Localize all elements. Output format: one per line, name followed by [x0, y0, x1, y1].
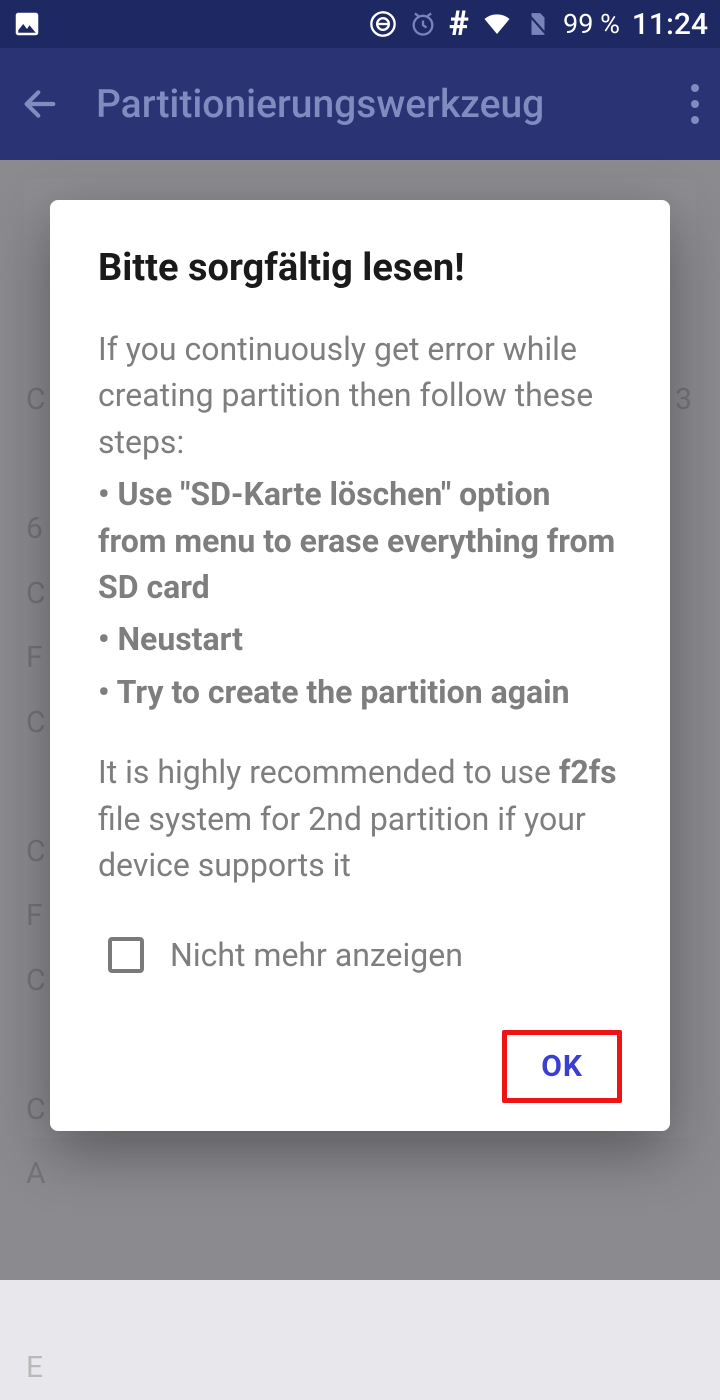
- dialog-step2: • Neustart: [98, 620, 243, 658]
- dialog-intro: If you continuously get error while crea…: [98, 326, 622, 465]
- status-bar: # 99 % 11:24: [0, 0, 720, 48]
- info-dialog: Bitte sorgfältig lesen! If you continuou…: [50, 200, 670, 1131]
- dont-show-again-label: Nicht mehr anzeigen: [170, 936, 463, 974]
- clock-text: 11:24: [632, 7, 708, 42]
- page-title: Partitionierungswerkzeug: [96, 81, 678, 127]
- back-button[interactable]: [20, 84, 60, 124]
- battery-text: 99 %: [563, 8, 620, 40]
- wifi-icon: [481, 9, 513, 39]
- alarm-icon: [409, 10, 437, 38]
- ok-button[interactable]: OK: [502, 1030, 622, 1103]
- app-bar: Partitionierungswerkzeug: [0, 48, 720, 160]
- dont-show-again-checkbox[interactable]: [108, 937, 144, 973]
- hash-icon: #: [449, 4, 469, 44]
- do-not-disturb-icon: [369, 10, 397, 38]
- dialog-step3: • Try to create the partition again: [98, 673, 570, 711]
- dont-show-again-row[interactable]: Nicht mehr anzeigen: [108, 936, 622, 974]
- no-sim-icon: [525, 9, 551, 39]
- picture-icon: [12, 9, 42, 39]
- overflow-menu-button[interactable]: [690, 84, 700, 124]
- dialog-step1: • Use "SD-Karte löschen" option from men…: [98, 475, 615, 606]
- dialog-title: Bitte sorgfältig lesen!: [98, 246, 622, 290]
- dialog-body: If you continuously get error while crea…: [98, 326, 622, 888]
- dialog-recommendation: It is highly recommended to use f2fs fil…: [98, 749, 622, 888]
